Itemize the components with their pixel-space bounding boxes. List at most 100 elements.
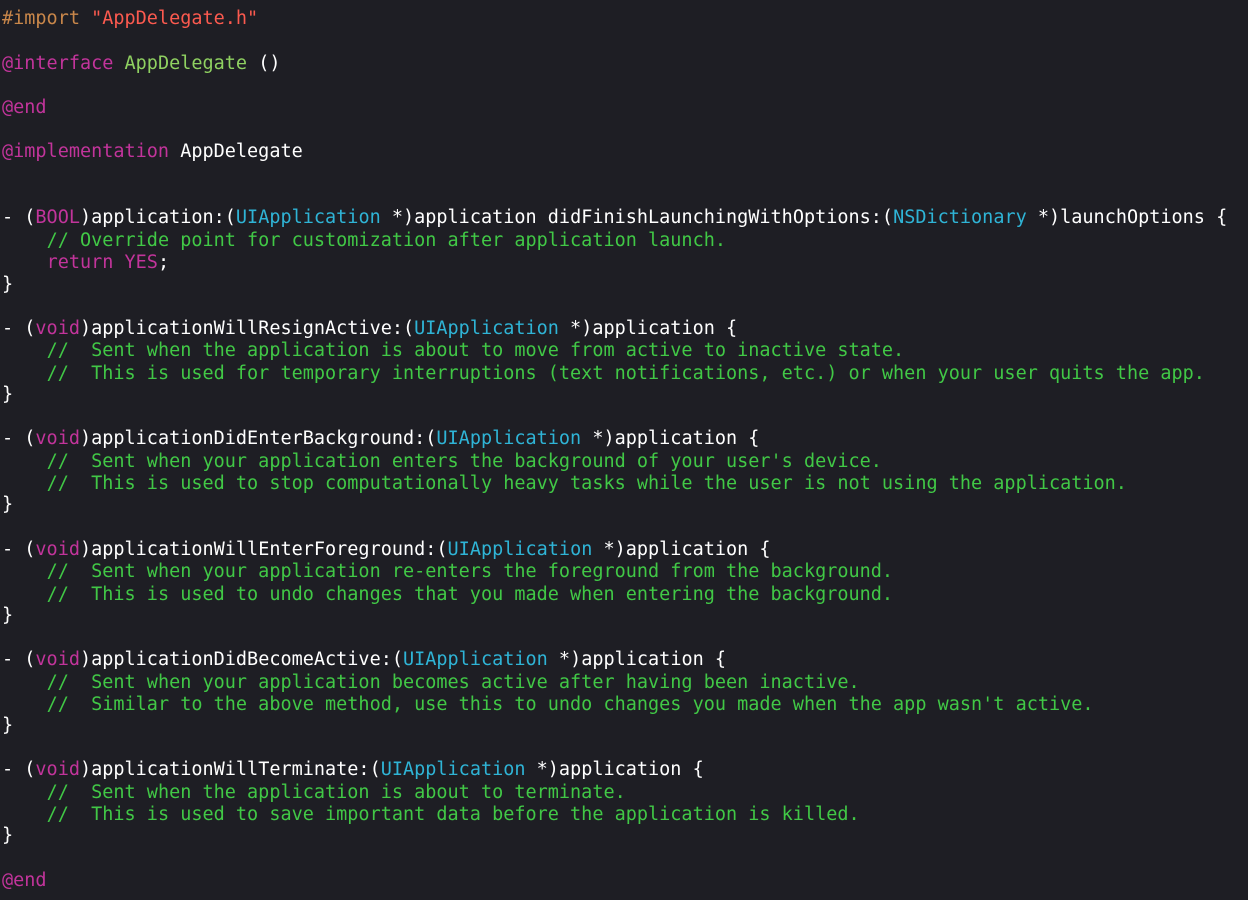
code-token-keyword: void [35,759,80,780]
code-token-type: NSDictionary [893,207,1027,228]
code-token-comment: // Sent when your application re-enters … [46,561,894,582]
code-line: @end [2,870,47,892]
code-line: } [2,494,13,516]
code-line: - (void)applicationDidEnterBackground:(U… [2,428,759,450]
code-token-plain: } [2,715,14,736]
code-line: @interface AppDelegate () [2,53,280,75]
code-editor[interactable]: #import "AppDelegate.h" @interface AppDel… [0,0,1248,900]
code-token-type: UIApplication [436,428,582,449]
code-token-plain: *)application { [558,318,738,339]
code-token-plain: AppDelegate [169,141,303,162]
code-line: // Sent when your application re-enters … [2,561,893,583]
code-token-keyword: return [46,252,114,273]
code-token-plain: - ( [2,539,36,560]
code-token-plain: ; [157,252,170,273]
code-line: } [2,715,13,737]
code-token-type: UIApplication [447,539,593,560]
code-token-keyword: @implementation [2,141,170,162]
code-token-comment: // This is used to undo changes that you… [46,584,894,605]
code-token-comment: // Sent when your application becomes ac… [46,672,860,693]
code-token-type: UIApplication [414,318,559,339]
code-token-comment: // This is used for temporary interrupti… [46,363,1205,384]
code-token-keyword: void [35,649,80,670]
code-line: // Sent when the application is about to… [2,340,905,362]
code-token-plain: } [2,825,14,846]
code-token-plain: *)application { [525,759,704,780]
code-token-plain: } [2,494,14,515]
code-token-keyword: @end [2,870,47,891]
code-token-comment: // Sent when the application is about to… [46,340,905,361]
code-token-class: AppDelegate [124,53,248,74]
code-token-plain: } [2,605,14,626]
code-line: // Sent when your application enters the… [2,451,882,473]
code-line: - (void)applicationDidBecomeActive:(UIAp… [2,649,726,671]
code-line: return YES; [2,252,170,274]
code-token-keyword: void [35,428,80,449]
code-line: @end [2,97,47,119]
code-token-plain: )applicationWillTerminate:( [79,759,381,780]
code-line: - (void)applicationWillTerminate:(UIAppl… [2,759,704,781]
code-token-plain: () [247,53,281,74]
code-line: } [2,384,13,406]
code-token-string: "AppDelegate.h" [91,8,259,29]
code-token-plain: } [2,384,14,405]
code-token-type: UIApplication [380,759,526,780]
code-token-keyword: void [35,318,80,339]
code-token-type: UIApplication [235,207,381,228]
code-line: // Similar to the above method, use this… [2,694,1094,716]
code-token-plain: )applicationDidBecomeActive:( [79,649,403,670]
code-token-comment: // Sent when your application enters the… [46,451,882,472]
code-token-plain: - ( [2,318,36,339]
code-line: // Override point for customization afte… [2,230,726,252]
code-token-plain: )applicationWillEnterForeground:( [79,539,448,560]
code-token-keyword: YES [124,252,158,273]
code-line: // This is used to stop computationally … [2,473,1127,495]
code-line: // This is used to undo changes that you… [2,584,893,606]
code-token-plain: - ( [2,428,36,449]
code-token-keyword: void [35,539,80,560]
code-token-plain: - ( [2,207,36,228]
code-token-plain: )applicationWillResignActive:( [79,318,415,339]
code-token-plain: *)application { [547,649,727,670]
code-line: // Sent when the application is about to… [2,782,626,804]
code-token-keyword: @end [2,97,47,118]
code-token-comment: // Override point for customization afte… [46,230,726,251]
code-token-comment: // Similar to the above method, use this… [46,694,1094,715]
code-token-plain: *)application didFinishLaunchingWithOpti… [380,207,894,228]
code-token-plain: *)application { [581,428,760,449]
code-token-plain: - ( [2,759,36,780]
code-token-type: UIApplication [403,649,548,670]
code-line: - (void)applicationWillEnterForeground:(… [2,539,771,561]
code-token-plain: } [2,274,14,295]
code-token-comment: // This is used to save important data b… [46,804,860,825]
code-line: - (BOOL)application:(UIApplication *)app… [2,207,1227,229]
code-line: // Sent when your application becomes ac… [2,672,860,694]
code-line: } [2,274,13,296]
code-token-plain: )application:( [79,207,236,228]
code-line: } [2,605,13,627]
code-line: } [2,825,13,847]
code-line: // This is used to save important data b… [2,804,860,826]
code-token-comment: // This is used to stop computationally … [46,473,1127,494]
code-token-plain: )applicationDidEnterBackground:( [79,428,437,449]
code-token-keyword: BOOL [35,207,80,228]
code-token-plain: *)application { [592,539,771,560]
code-line: - (void)applicationWillResignActive:(UIA… [2,318,737,340]
code-token-plain: - ( [2,649,36,670]
code-line: @implementation AppDelegate [2,141,303,163]
code-token-keyword: @interface [2,53,114,74]
code-token-comment: // Sent when the application is about to… [46,782,626,803]
